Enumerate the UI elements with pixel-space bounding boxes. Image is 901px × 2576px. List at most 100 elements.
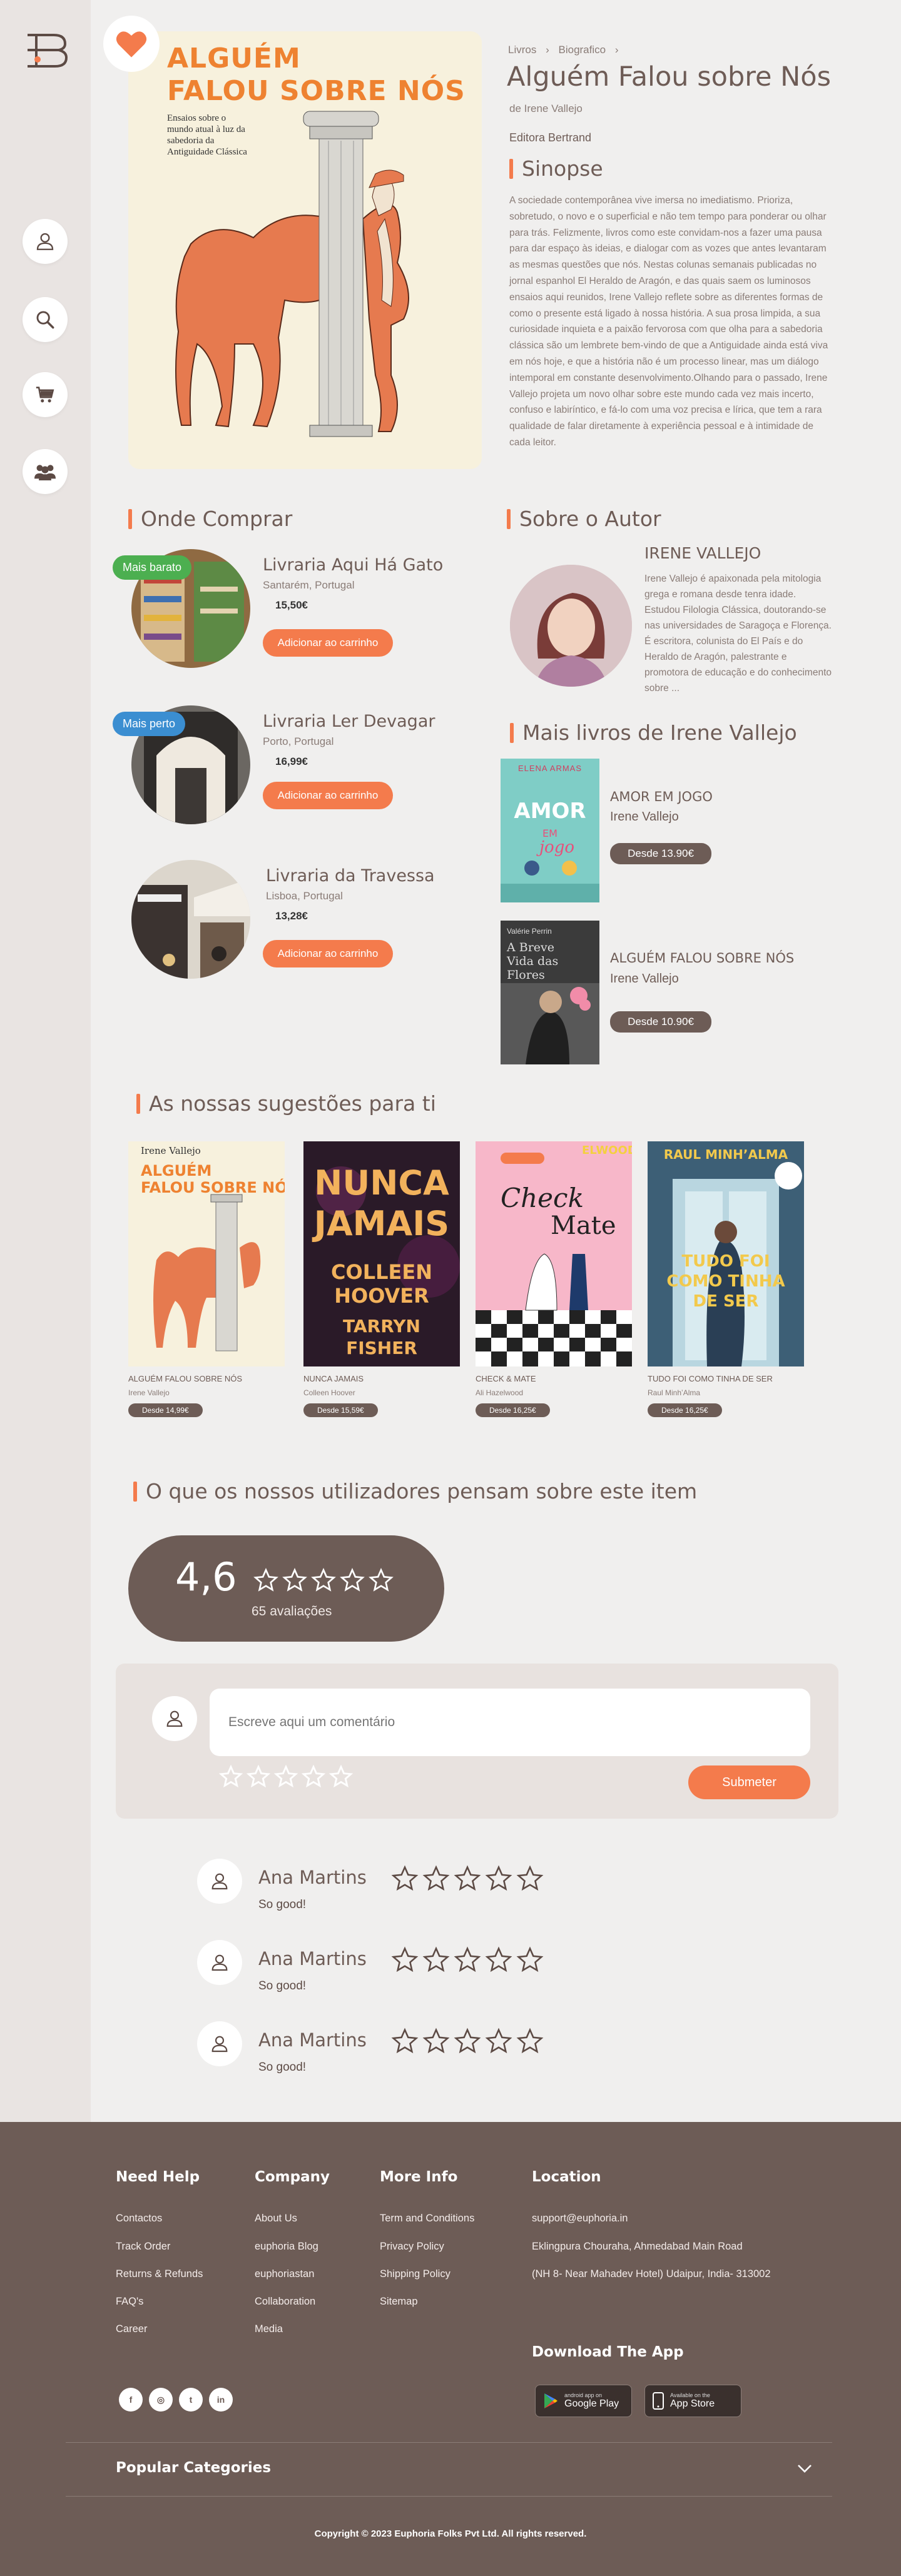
comment-input[interactable] [210,1689,810,1756]
footer-link[interactable]: euphoriastan [255,2268,314,2280]
footer-company-heading: Company [255,2169,330,2185]
author-photo [510,565,632,687]
star-outline-icon [485,1946,512,1972]
linkedin-icon[interactable]: in [209,2388,233,2412]
more-book-title[interactable]: AMOR EM JOGO [610,789,713,804]
star-outline-icon[interactable] [302,1765,325,1789]
suggestion-author: Irene Vallejo [128,1388,170,1397]
footer-need-help-heading: Need Help [116,2169,200,2185]
footer-link[interactable]: FAQ's [116,2296,143,2308]
more-book-title[interactable]: ALGUÉM FALOU SOBRE NÓS [610,951,794,966]
nav-cart-button[interactable] [23,372,68,417]
nav-community-button[interactable] [23,449,68,494]
avatar [152,1696,197,1741]
star-outline-icon[interactable] [247,1765,270,1789]
copyright: Copyright © 2023 Euphoria Folks Pvt Ltd.… [314,2528,587,2539]
store-name[interactable]: Livraria Ler Devagar [263,712,435,731]
footer-link[interactable]: Shipping Policy [380,2268,450,2280]
twitter-icon[interactable]: t [179,2388,203,2412]
footer-link[interactable]: Sitemap [380,2296,418,2308]
star-outline-icon [422,1946,450,1972]
store-name[interactable]: Livraria Aqui Há Gato [263,555,443,575]
nav-user-button[interactable] [23,219,68,264]
footer-link[interactable]: Returns & Refunds [116,2268,203,2280]
popular-categories-toggle[interactable]: Popular Categories [116,2460,271,2476]
store-price: 16,99€ [275,755,308,767]
suggestion-card[interactable]: ELWOOD Check Mate CHECK & MATE Ali Hazelwo… [476,1141,632,1417]
breadcrumb-item-livros[interactable]: Livros [508,44,536,56]
book-cover: ALGUÉM FALOU SOBRE NÓS Ensaios sobre o m… [128,31,482,469]
svg-text:ELWOOD: ELWOOD [582,1144,632,1157]
footer-link[interactable]: About Us [255,2213,297,2225]
store-name[interactable]: Livraria da Travessa [266,866,435,886]
footer-link[interactable]: Privacy Policy [380,2241,444,2253]
suggestion-author: Raul MinhʼAlma [648,1388,701,1397]
svg-text:COMO TINHA: COMO TINHA [666,1272,785,1291]
star-outline-icon[interactable] [274,1765,298,1789]
app-store-small: Available on the [670,2392,710,2398]
footer-link[interactable]: Track Order [116,2241,170,2253]
footer-link[interactable]: Contactos [116,2213,162,2225]
footer-link[interactable]: Term and Conditions [380,2213,474,2225]
footer-email[interactable]: support@euphoria.in [532,2213,628,2225]
synopsis-heading: Sinopse [509,156,603,181]
more-book-cover[interactable]: AMOR EM jogo ELENA ARMAS [501,759,599,902]
star-outline-icon [253,1568,278,1592]
store-price: 13,28€ [275,910,308,922]
footer-link[interactable]: Career [116,2323,147,2335]
add-to-cart-button[interactable]: Adicionar ao carrinho [263,629,393,657]
review-text: So good! [258,2061,307,2074]
suggestion-card[interactable]: NUNCA JAMAIS COLLEEN HOOVER TARRYN FISHER NUN… [303,1141,460,1417]
author-line[interactable]: de Irene Vallejo [509,103,583,115]
svg-text:Irene Vallejo: Irene Vallejo [141,1145,201,1156]
favorite-button[interactable] [103,16,160,72]
star-outline-icon [311,1568,336,1592]
review-text: So good! [258,1979,307,1993]
price-button[interactable]: Desde 16,25€ [648,1403,722,1417]
google-play-label: Google Play [564,2398,619,2409]
add-to-cart-button[interactable]: Adicionar ao carrinho [263,940,393,967]
suggestion-card[interactable]: Irene Vallejo ALGUÉM FALOU SOBRE NÓS ALGUÉ… [128,1141,285,1417]
google-play-button[interactable]: android app on Google Play [535,2385,632,2417]
footer: Need Help Contactos Track Order Returns … [0,2122,901,2576]
publisher: Editora Bertrand [509,131,592,144]
store-card: Mais perto Livraria Ler Devagar Porto, P… [113,705,479,824]
svg-text:FISHER: FISHER [346,1338,417,1358]
comment-rating-input[interactable] [219,1765,353,1789]
review-stars [391,1865,544,1892]
more-book-cover[interactable]: Valérie Perrin A Breve Vida das Flores [501,921,599,1064]
user-icon [211,1954,228,1971]
user-icon [166,1710,183,1727]
price-button[interactable]: Desde 13.90€ [610,843,711,864]
nav-search-button[interactable] [23,297,68,342]
app-store-button[interactable]: Available on the App Store [644,2385,741,2417]
author-name: IRENE VALLEJO [644,544,761,562]
footer-link[interactable]: euphoria Blog [255,2241,318,2253]
chevron-down-icon[interactable] [797,2463,813,2474]
submit-button[interactable]: Submeter [688,1765,810,1799]
svg-text:NUNCA: NUNCA [314,1163,449,1203]
star-outline-icon [391,2028,419,2054]
svg-text:FALOU SOBRE NÓS: FALOU SOBRE NÓS [141,1178,285,1196]
price-button[interactable]: Desde 15,59€ [303,1403,378,1417]
footer-link[interactable]: Media [255,2323,283,2335]
star-outline-icon[interactable] [219,1765,243,1789]
review-text: So good! [258,1898,307,1911]
add-to-cart-button[interactable]: Adicionar ao carrinho [263,782,393,809]
price-button[interactable]: Desde 16,25€ [476,1403,550,1417]
star-outline-icon [282,1568,307,1592]
svg-text:AMOR: AMOR [514,799,586,824]
heart-icon [116,31,147,58]
instagram-icon[interactable]: ◎ [149,2388,173,2412]
star-outline-icon[interactable] [329,1765,353,1789]
price-button[interactable]: Desde 10.90€ [610,1011,711,1033]
suggestion-card[interactable]: RAUL MINHʼALMA TUDO FOI COMO TINHA DE SER T… [648,1141,804,1417]
star-outline-icon [422,2028,450,2054]
facebook-icon[interactable]: f [119,2388,143,2412]
star-outline-icon [516,2028,544,2054]
logo[interactable] [24,31,69,69]
star-outline-icon [485,1865,512,1891]
price-button[interactable]: Desde 14,99€ [128,1403,203,1417]
breadcrumb-item-biografico[interactable]: Biografico [559,44,606,56]
footer-link[interactable]: Collaboration [255,2296,315,2308]
